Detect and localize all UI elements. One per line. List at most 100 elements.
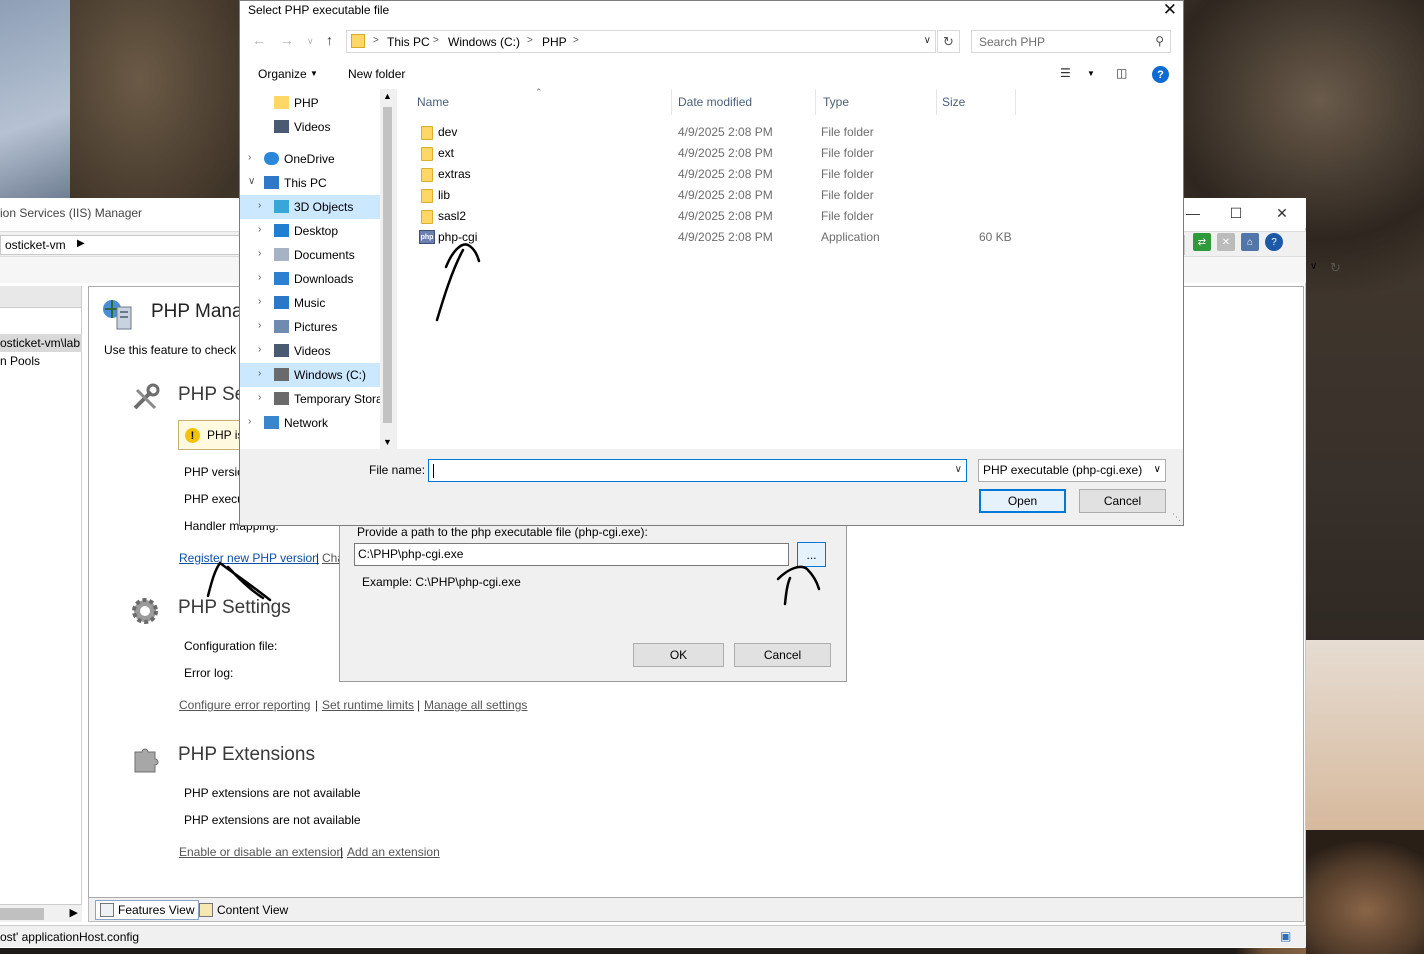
chevron-down-icon[interactable]: ∨ <box>248 176 255 187</box>
column-header-date[interactable]: Date modified <box>678 95 752 109</box>
file-row-extras[interactable]: extras 4/9/2025 2:08 PM File folder <box>397 164 1183 185</box>
chevron-right-icon[interactable]: › <box>258 368 261 379</box>
search-input[interactable]: Search PHP ⚲ <box>971 30 1171 53</box>
breadcrumb-windows-c[interactable]: Windows (C:) <box>448 35 520 49</box>
file-name-input[interactable]: ∨ <box>428 459 967 482</box>
chevron-right-icon[interactable]: › <box>258 296 261 307</box>
chevron-right-icon[interactable]: › <box>258 272 261 283</box>
address-bar[interactable]: > This PC > Windows (C:) > PHP > ∨ <box>346 30 936 53</box>
nav-item-downloads[interactable]: › Downloads <box>240 267 380 291</box>
file-row-dev[interactable]: dev 4/9/2025 2:08 PM File folder <box>397 122 1183 143</box>
scroll-down-icon[interactable]: ▼ <box>383 437 392 447</box>
column-header-type[interactable]: Type <box>823 95 849 109</box>
scroll-thumb[interactable] <box>0 908 44 920</box>
column-header-size[interactable]: Size <box>942 95 965 109</box>
scroll-up-icon[interactable]: ▲ <box>383 91 392 101</box>
organize-button[interactable]: Organize <box>258 67 307 81</box>
content-view-tab[interactable]: Content View <box>195 900 292 920</box>
file-row-sasl2[interactable]: sasl2 4/9/2025 2:08 PM File folder <box>397 206 1183 227</box>
scroll-right-icon[interactable]: ▶ <box>70 906 78 919</box>
file-row-php-cgi[interactable]: php php-cgi 4/9/2025 2:08 PM Application 60 … <box>397 227 1183 248</box>
column-divider[interactable] <box>815 89 816 115</box>
help-icon[interactable]: ? <box>1265 233 1283 251</box>
column-divider[interactable] <box>671 89 672 115</box>
forward-arrow-icon[interactable]: → <box>280 32 294 48</box>
nav-item-windows-c[interactable]: › Windows (C:) <box>240 363 380 387</box>
stop-icon[interactable]: ✕ <box>1217 233 1235 251</box>
file-row-ext[interactable]: ext 4/9/2025 2:08 PM File folder <box>397 143 1183 164</box>
file-type-filter[interactable]: PHP executable (php-cgi.exe) ∨ <box>978 459 1166 482</box>
close-icon[interactable]: ✕ <box>1163 0 1177 20</box>
caret-down-icon[interactable]: ▼ <box>1087 69 1095 78</box>
chevron-right-icon[interactable]: › <box>258 344 261 355</box>
column-divider[interactable] <box>936 89 937 115</box>
nav-item-desktop[interactable]: › Desktop <box>240 219 380 243</box>
nav-item-network[interactable]: › Network <box>240 411 380 435</box>
caret-down-icon[interactable]: ▼ <box>310 69 318 78</box>
chevron-right-icon[interactable]: › <box>258 224 261 235</box>
cancel-button[interactable]: Cancel <box>1079 489 1166 513</box>
chevron-down-icon[interactable]: ∨ <box>1310 261 1317 272</box>
chevron-right-icon[interactable]: › <box>248 416 251 427</box>
php-path-input[interactable]: C:\PHP\php-cgi.exe <box>354 543 789 566</box>
breadcrumb-this-pc[interactable]: This PC <box>387 35 430 49</box>
chevron-right-icon[interactable]: › <box>258 392 261 403</box>
nav-item-this-pc[interactable]: ∨ This PC <box>240 171 380 195</box>
chevron-right-icon[interactable]: › <box>258 200 261 211</box>
chevron-right-icon[interactable]: > <box>527 35 533 46</box>
nav-item-videos[interactable]: Videos <box>240 115 380 139</box>
breadcrumb-php[interactable]: PHP <box>542 35 567 49</box>
recent-locations-icon[interactable]: ∨ <box>307 36 314 47</box>
nav-item-pictures[interactable]: › Pictures <box>240 315 380 339</box>
chevron-right-icon[interactable]: › <box>248 152 251 163</box>
chevron-right-icon[interactable]: › <box>258 248 261 259</box>
features-view-tab[interactable]: Features View <box>95 900 200 920</box>
address-crumb[interactable]: osticket-vm <box>5 238 66 252</box>
horizontal-scrollbar[interactable]: ▶ <box>0 904 82 922</box>
help-icon[interactable]: ? <box>1152 66 1169 83</box>
close-icon[interactable]: ✕ <box>1259 202 1305 224</box>
ok-button[interactable]: OK <box>633 643 724 667</box>
chevron-right-icon[interactable]: > <box>373 35 379 46</box>
nav-item-music[interactable]: › Music <box>240 291 380 315</box>
tree-item-app-pools[interactable]: n Pools <box>0 354 40 368</box>
column-header-name[interactable]: Name <box>417 95 449 109</box>
refresh-icon[interactable]: ↻ <box>937 30 960 53</box>
new-folder-button[interactable]: New folder <box>348 67 405 81</box>
refresh-icon[interactable]: ↻ <box>1330 260 1341 276</box>
up-arrow-icon[interactable]: ↑ <box>326 32 333 48</box>
tree-item-site[interactable]: osticket-vm\lab <box>0 334 82 352</box>
browse-button[interactable]: ... <box>797 542 826 567</box>
file-row-lib[interactable]: lib 4/9/2025 2:08 PM File folder <box>397 185 1183 206</box>
chevron-right-icon[interactable]: ▶ <box>77 238 85 249</box>
chevron-down-icon[interactable]: ∨ <box>1154 464 1161 475</box>
manage-all-settings-link[interactable]: Manage all settings <box>424 698 527 712</box>
chevron-right-icon[interactable]: › <box>258 320 261 331</box>
preview-pane-icon[interactable]: ◫ <box>1116 66 1127 82</box>
home-icon[interactable]: ⌂ <box>1241 233 1259 251</box>
register-php-version-link[interactable]: Register new PHP version <box>179 551 319 565</box>
resize-grip-icon[interactable]: ⋱ <box>1172 512 1181 523</box>
add-extension-link[interactable]: Add an extension <box>347 845 440 859</box>
configure-error-reporting-link[interactable]: Configure error reporting <box>179 698 310 712</box>
nav-item-videos[interactable]: › Videos <box>240 339 380 363</box>
column-divider[interactable] <box>1015 89 1016 115</box>
nav-item-php[interactable]: PHP <box>240 91 380 115</box>
nav-scrollbar[interactable]: ▲ ▼ <box>380 89 395 449</box>
chevron-right-icon[interactable]: > <box>573 35 579 46</box>
view-options-icon[interactable]: ☰ <box>1060 66 1071 82</box>
scroll-thumb[interactable] <box>383 107 392 423</box>
nav-item-temporary-stora[interactable]: › Temporary Stora <box>240 387 383 411</box>
chevron-down-icon[interactable]: ∨ <box>924 35 931 46</box>
maximize-icon[interactable]: ☐ <box>1213 202 1259 224</box>
open-button[interactable]: Open <box>979 489 1066 513</box>
chevron-right-icon[interactable]: > <box>433 35 439 46</box>
search-icon[interactable]: ⚲ <box>1155 34 1164 48</box>
chevron-down-icon[interactable]: ∨ <box>955 464 962 475</box>
refresh-green-icon[interactable]: ⇄ <box>1193 233 1211 251</box>
nav-item-3d-objects[interactable]: › 3D Objects <box>240 195 380 219</box>
back-arrow-icon[interactable]: ← <box>252 32 266 48</box>
set-runtime-limits-link[interactable]: Set runtime limits <box>322 698 414 712</box>
nav-item-onedrive[interactable]: › OneDrive <box>240 147 380 171</box>
nav-item-documents[interactable]: › Documents <box>240 243 380 267</box>
